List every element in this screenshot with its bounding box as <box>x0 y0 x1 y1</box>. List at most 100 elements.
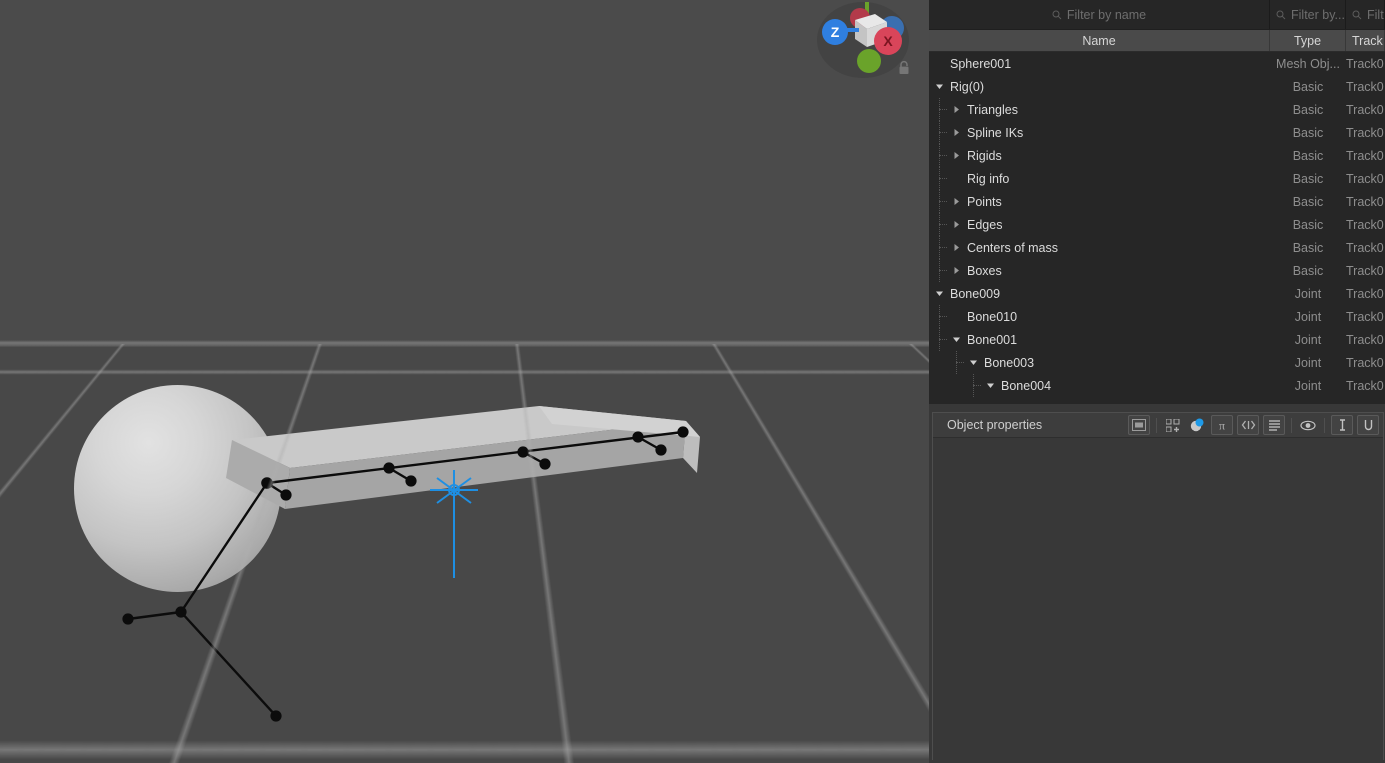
tree-guide-line <box>939 155 947 156</box>
tree-item-track: Track0 <box>1346 263 1384 278</box>
table-row[interactable]: Centers of mass Basic Track0 <box>929 236 1385 259</box>
chevron-down-icon[interactable] <box>969 358 978 367</box>
table-row[interactable]: Rig info Basic Track0 <box>929 167 1385 190</box>
table-row[interactable]: Boxes Basic Track0 <box>929 259 1385 282</box>
gizmo-z-label: Z <box>831 24 840 40</box>
tree-item-label: Centers of mass <box>967 240 1059 255</box>
search-icon <box>1052 10 1062 19</box>
svg-text:π: π <box>1219 419 1225 432</box>
column-header-type[interactable]: Type <box>1270 30 1346 51</box>
tree-item-track: Track0 <box>1346 286 1384 301</box>
chevron-right-icon[interactable] <box>952 128 961 137</box>
tree-item-track: Track0 <box>1346 148 1384 163</box>
object-properties-body <box>933 438 1383 760</box>
outliner-tree[interactable]: Sphere001 Mesh Obj... Track0 Rig(0) Basic Tra… <box>929 52 1385 404</box>
tree-item-centers-of-mass[interactable]: Centers of mass <box>929 236 1270 259</box>
tree-item-rigids[interactable]: Rigids <box>929 144 1270 167</box>
tree-item-bone004[interactable]: Bone004 <box>929 374 1270 397</box>
chevron-right-icon[interactable] <box>952 151 961 160</box>
rig-nodes-icon[interactable] <box>1163 416 1183 434</box>
tree-guide-line <box>939 247 947 248</box>
tree-item-type: Basic <box>1292 102 1324 117</box>
chevron-down-icon[interactable] <box>935 82 944 91</box>
material-sphere-icon[interactable] <box>1187 416 1207 434</box>
text-tool-icon[interactable] <box>1331 415 1353 435</box>
code-brackets-icon[interactable] <box>1237 415 1259 435</box>
tree-item-edges[interactable]: Edges <box>929 213 1270 236</box>
tree-item-boxes[interactable]: Boxes <box>929 259 1270 282</box>
lock-icon[interactable] <box>897 60 911 75</box>
tree-item-type: Joint <box>1294 332 1322 347</box>
toolbar-separator <box>1156 417 1157 433</box>
tree-guide-line <box>956 362 964 363</box>
tree-item-label: Boxes <box>967 263 1002 278</box>
tree-item-bone003[interactable]: Bone003 <box>929 351 1270 374</box>
tree-guide-line <box>939 270 947 271</box>
object-properties-toolbar: π <box>1126 415 1383 435</box>
table-row[interactable]: Bone010 Joint Track0 <box>929 305 1385 328</box>
tree-item-points[interactable]: Points <box>929 190 1270 213</box>
filter-by-name-input[interactable]: Filter by name <box>929 0 1270 29</box>
tree-item-rig-info[interactable]: Rig info <box>929 167 1270 190</box>
tree-item-bone010[interactable]: Bone010 <box>929 305 1270 328</box>
table-row[interactable]: Rig(0) Basic Track0 <box>929 75 1385 98</box>
tree-item-label: Sphere001 <box>950 56 1012 71</box>
tree-item-rig-0-[interactable]: Rig(0) <box>929 75 1270 98</box>
object-properties-title: Object properties <box>947 418 1043 432</box>
tree-guide-line <box>939 201 947 202</box>
tree-item-track: Track0 <box>1346 332 1384 347</box>
table-row[interactable]: Bone004 Joint Track0 <box>929 374 1385 397</box>
tree-item-type: Joint <box>1294 378 1322 393</box>
pivot-marker <box>430 470 478 578</box>
toolbar-separator <box>1324 417 1325 433</box>
chevron-right-icon[interactable] <box>952 266 961 275</box>
table-row[interactable]: Triangles Basic Track0 <box>929 98 1385 121</box>
tree-guide-line <box>939 109 947 110</box>
table-row[interactable]: Spline IKs Basic Track0 <box>929 121 1385 144</box>
tree-item-type: Basic <box>1292 194 1324 209</box>
tree-item-spline-iks[interactable]: Spline IKs <box>929 121 1270 144</box>
list-lines-icon[interactable] <box>1263 415 1285 435</box>
search-icon <box>1352 10 1362 19</box>
tree-item-track: Track0 <box>1346 194 1384 209</box>
chevron-down-icon[interactable] <box>952 335 961 344</box>
tree-item-label: Bone001 <box>967 332 1018 347</box>
filter-by-type-input[interactable]: Filter by... <box>1270 0 1346 29</box>
tree-item-label: Rig(0) <box>950 79 985 94</box>
chevron-down-icon[interactable] <box>935 289 944 298</box>
table-row[interactable]: Rigids Basic Track0 <box>929 144 1385 167</box>
right-panel: Filter by name Filter by... Filte. Name … <box>929 0 1385 763</box>
table-row[interactable]: Bone009 Joint Track0 <box>929 282 1385 305</box>
unit-tool-icon[interactable] <box>1357 415 1379 435</box>
tree-item-sphere001[interactable]: Sphere001 <box>929 52 1270 75</box>
tree-item-type: Basic <box>1292 171 1324 186</box>
table-row[interactable]: Bone003 Joint Track0 <box>929 351 1385 374</box>
filter-by-track-input[interactable]: Filte. <box>1346 0 1385 29</box>
table-row[interactable]: Sphere001 Mesh Obj... Track0 <box>929 52 1385 75</box>
tree-item-label: Rig info <box>967 171 1010 186</box>
chevron-right-icon[interactable] <box>952 105 961 114</box>
table-row[interactable]: Bone001 Joint Track0 <box>929 328 1385 351</box>
tree-item-label: Bone009 <box>950 286 1001 301</box>
visibility-eye-icon[interactable] <box>1298 416 1318 434</box>
physics-pi-icon[interactable]: π <box>1211 415 1233 435</box>
view-gizmo[interactable]: Z X <box>811 2 915 78</box>
tree-item-type: Basic <box>1292 79 1324 94</box>
tree-item-bone001[interactable]: Bone001 <box>929 328 1270 351</box>
tree-item-triangles[interactable]: Triangles <box>929 98 1270 121</box>
outliner-filter-row: Filter by name Filter by... Filte. <box>929 0 1385 30</box>
table-row[interactable]: Edges Basic Track0 <box>929 213 1385 236</box>
column-header-track[interactable]: Track <box>1346 30 1385 51</box>
3d-viewport[interactable]: Z X <box>0 0 929 763</box>
tree-item-label: Bone003 <box>984 355 1035 370</box>
chevron-down-icon[interactable] <box>986 381 995 390</box>
chevron-right-icon[interactable] <box>952 220 961 229</box>
tree-item-label: Spline IKs <box>967 125 1024 140</box>
column-header-name[interactable]: Name <box>929 30 1270 51</box>
tree-item-bone009[interactable]: Bone009 <box>929 282 1270 305</box>
tree-item-track: Track0 <box>1346 309 1384 324</box>
chevron-right-icon[interactable] <box>952 243 961 252</box>
chevron-right-icon[interactable] <box>952 197 961 206</box>
table-row[interactable]: Points Basic Track0 <box>929 190 1385 213</box>
panel-layout-icon[interactable] <box>1128 415 1150 435</box>
